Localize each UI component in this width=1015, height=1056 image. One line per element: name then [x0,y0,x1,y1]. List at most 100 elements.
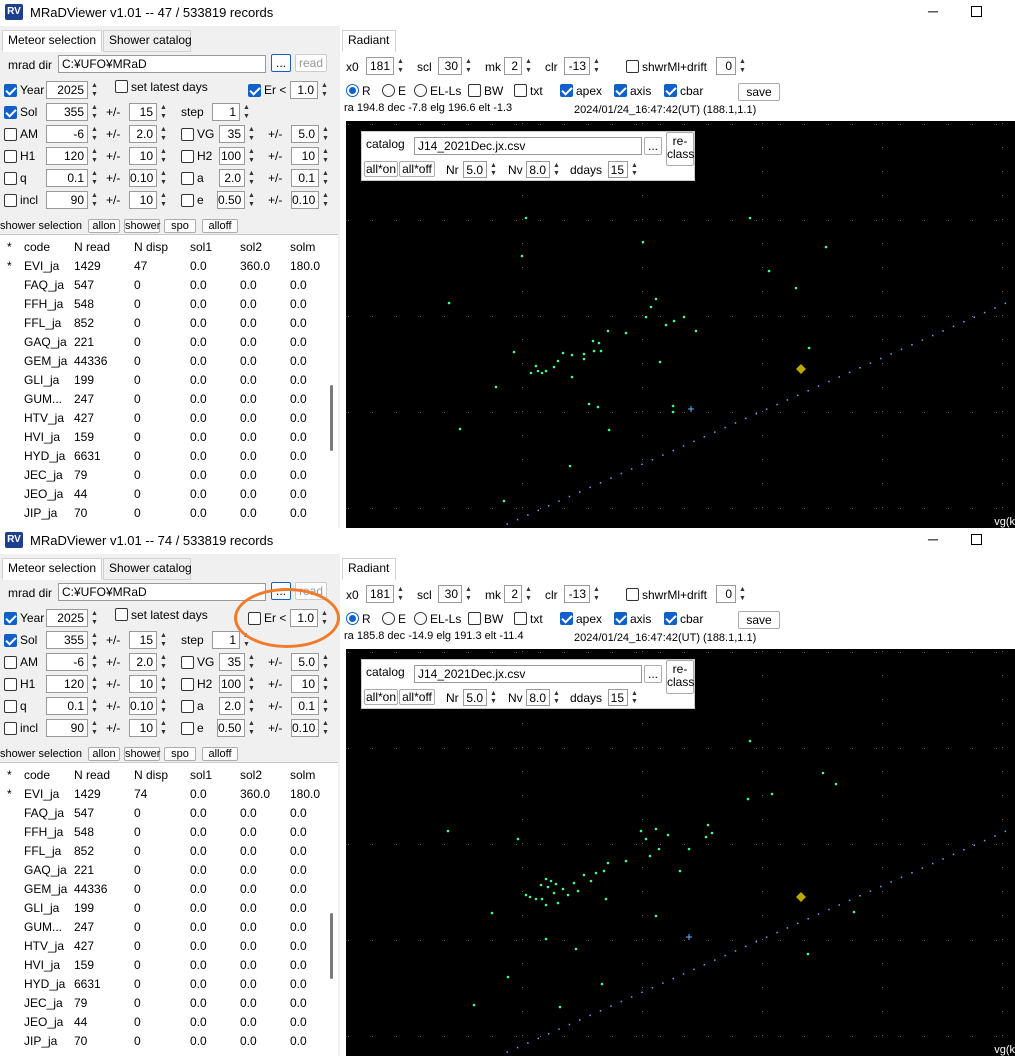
h2-checkbox[interactable] [181,150,194,163]
catalog-file-field[interactable]: J14_2021Dec.jx.csv [414,665,642,683]
table-row[interactable]: FFH_ja 548 0 0.0 0.0 0.0 [0,822,330,841]
drift-field[interactable]: 0 [716,585,736,603]
h2-checkbox[interactable] [181,678,194,691]
column-header-n-disp[interactable]: N disp [134,240,168,254]
er-checkbox[interactable] [248,84,261,97]
tab-meteor-selection[interactable]: Meteor selection [2,30,102,52]
nv-spinner[interactable]: ▲ ▼ [551,161,562,177]
txt-checkbox[interactable] [514,84,527,97]
table-row[interactable]: HYD_ja 6631 0 0.0 0.0 0.0 [0,974,330,993]
h2-spinner[interactable]: ▲ ▼ [246,675,257,693]
table-row[interactable]: HVI_ja 159 0 0.0 0.0 0.0 [0,427,330,446]
browse-button[interactable]: ... [271,54,291,72]
incl-pm-field[interactable]: 10 [129,719,157,737]
shower-button[interactable]: shower [124,747,160,761]
all-on-button[interactable]: all*on [364,689,398,705]
clr-field[interactable]: -13 [564,585,590,603]
reclass-button[interactable]: re- class [666,132,694,166]
year-checkbox[interactable] [4,84,17,97]
nr-field[interactable]: 5.0 [463,689,487,706]
q-pm-field[interactable]: 0.10 [129,169,157,187]
q-checkbox[interactable] [4,700,17,713]
sol-checkbox[interactable] [4,634,17,647]
h1-pm-field[interactable]: 10 [129,147,157,165]
scl-field[interactable]: 30 [438,57,462,75]
all-off-button[interactable]: all*off [399,689,435,705]
incl-pm-spinner[interactable]: ▲ ▼ [158,719,169,737]
am-pm-field[interactable]: 2.0 [129,125,157,143]
mode-r-radio[interactable] [346,84,359,97]
step-field[interactable]: 1 [212,103,240,121]
incl-pm-spinner[interactable]: ▲ ▼ [158,191,169,209]
sol-pm-spinner[interactable]: ▲ ▼ [158,103,169,121]
minimize-icon[interactable]: ─ [928,531,938,547]
apex-checkbox[interactable] [560,84,573,97]
table-row[interactable]: HTV_ja 427 0 0.0 0.0 0.0 [0,408,330,427]
ddays-spinner[interactable]: ▲ ▼ [629,689,640,705]
am-field[interactable]: -6 [46,653,88,671]
table-row[interactable]: JEC_ja 79 0 0.0 0.0 0.0 [0,993,330,1012]
am-pm-field[interactable]: 2.0 [129,653,157,671]
sol-field[interactable]: 355 [46,631,88,649]
radiant-plot[interactable]: catalog J14_2021Dec.jx.csv ... re- class… [346,649,1015,1056]
vg-pm-spinner[interactable]: ▲ ▼ [320,125,331,143]
h2-pm-spinner[interactable]: ▲ ▼ [320,147,331,165]
clr-spinner[interactable]: ▲ ▼ [591,585,602,603]
table-row[interactable]: GEM_ja 44336 0 0.0 0.0 0.0 [0,351,330,370]
drift-spinner[interactable]: ▲ ▼ [737,57,748,75]
tab-meteor-selection[interactable]: Meteor selection [2,558,102,580]
radiant-plot[interactable]: catalog J14_2021Dec.jx.csv ... re- class… [346,121,1015,528]
incl-field[interactable]: 90 [46,719,88,737]
column-header-n-disp[interactable]: N disp [134,768,168,782]
year-field[interactable]: 2025 [46,609,88,627]
allon-button[interactable]: allon [88,747,120,761]
h1-pm-spinner[interactable]: ▲ ▼ [158,147,169,165]
table-row[interactable]: FFL_ja 852 0 0.0 0.0 0.0 [0,841,330,860]
column-header-star[interactable]: * [7,768,12,782]
table-scrollbar[interactable] [330,385,333,451]
h2-pm-field[interactable]: 10 [291,675,319,693]
table-row[interactable]: HVI_ja 159 0 0.0 0.0 0.0 [0,955,330,974]
er-spinner[interactable]: ▲ ▼ [319,81,330,99]
am-checkbox[interactable] [4,128,17,141]
a-spinner[interactable]: ▲ ▼ [246,697,257,715]
incl-checkbox[interactable] [4,722,17,735]
mode-e-radio[interactable] [382,612,395,625]
mk-spinner[interactable]: ▲ ▼ [523,57,534,75]
table-row[interactable]: FAQ_ja 547 0 0.0 0.0 0.0 [0,803,330,822]
year-spinner[interactable]: ▲ ▼ [89,81,100,99]
table-row[interactable]: GUM... 247 0 0.0 0.0 0.0 [0,917,330,936]
column-header-sol2[interactable]: sol2 [240,768,262,782]
reclass-button[interactable]: re- class [666,660,694,694]
h2-pm-spinner[interactable]: ▲ ▼ [320,675,331,693]
mk-field[interactable]: 2 [504,57,522,75]
column-header-n-read[interactable]: N read [74,768,110,782]
column-header-sol2[interactable]: sol2 [240,240,262,254]
vg-spinner[interactable]: ▲ ▼ [246,125,257,143]
column-header-sol1[interactable]: sol1 [190,768,212,782]
table-row[interactable]: GEM_ja 44336 0 0.0 0.0 0.0 [0,879,330,898]
spo-button[interactable]: spo [164,747,196,761]
x0-field[interactable]: 181 [366,585,394,603]
step-spinner[interactable]: ▲ ▼ [241,103,252,121]
vg-pm-field[interactable]: 5.0 [291,125,319,143]
q-pm-field[interactable]: 0.10 [129,697,157,715]
a-checkbox[interactable] [181,700,194,713]
x0-spinner[interactable]: ▲ ▼ [395,585,406,603]
column-header-code[interactable]: code [24,768,50,782]
table-row[interactable]: JIP_ja 70 0 0.0 0.0 0.0 [0,503,330,522]
year-spinner[interactable]: ▲ ▼ [89,609,100,627]
q-field[interactable]: 0.1 [46,169,88,187]
table-row[interactable]: GAQ_ja 221 0 0.0 0.0 0.0 [0,332,330,351]
set-latest-days-checkbox[interactable] [115,80,128,93]
table-row[interactable]: GLI_ja 199 0 0.0 0.0 0.0 [0,370,330,389]
minimize-icon[interactable]: ─ [928,3,938,19]
column-header-n-read[interactable]: N read [74,240,110,254]
vg-pm-field[interactable]: 5.0 [291,653,319,671]
table-row[interactable]: FAQ_ja 547 0 0.0 0.0 0.0 [0,275,330,294]
x0-field[interactable]: 181 [366,57,394,75]
am-spinner[interactable]: ▲ ▼ [89,125,100,143]
am-pm-spinner[interactable]: ▲ ▼ [158,653,169,671]
h2-field[interactable]: 100 [219,675,245,693]
ddays-field[interactable]: 15 [608,689,628,706]
